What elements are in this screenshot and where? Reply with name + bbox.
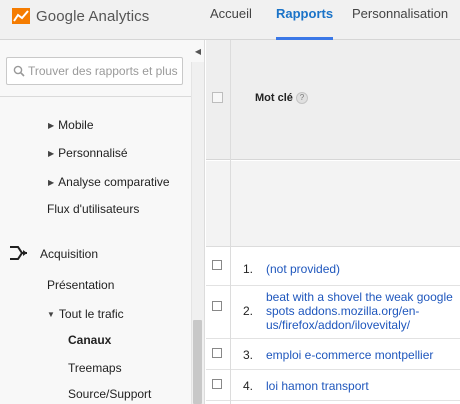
sidebar-collapse-button[interactable]: ◀ xyxy=(191,40,204,62)
sidebar-item-mobile[interactable]: ▶ Mobile xyxy=(48,118,94,132)
table-row: 2. beat with a shovel the weak google sp… xyxy=(206,287,460,339)
sidebar-item-flux-utilisateurs[interactable]: Flux d'utilisateurs xyxy=(47,202,139,216)
column-header-keyword[interactable]: Mot clé xyxy=(255,92,293,104)
row-number: 3. xyxy=(243,348,254,362)
sidebar-item-analyse-comparative[interactable]: ▶ Analyse comparative xyxy=(48,175,170,189)
acquisition-icon xyxy=(10,246,27,260)
report-search-box[interactable] xyxy=(6,57,183,85)
sidebar: ◀ ▶Mobile ▶Personnalisé ▶Analyse compara… xyxy=(0,40,205,404)
select-all-checkbox[interactable] xyxy=(212,92,223,103)
row-checkbox[interactable] xyxy=(212,348,222,358)
keyword-link[interactable]: (not provided) xyxy=(266,262,456,276)
caret-right-icon: ▶ xyxy=(48,178,55,187)
app-logo[interactable]: Google Analytics xyxy=(12,6,149,26)
search-icon xyxy=(13,65,25,77)
table-row: 3. emploi e-commerce montpellier xyxy=(206,340,460,370)
sidebar-item-presentation[interactable]: Présentation xyxy=(47,278,114,292)
row-number: 1. xyxy=(243,262,254,276)
sidebar-item-canaux[interactable]: Canaux xyxy=(68,333,111,347)
sidebar-divider xyxy=(0,96,191,97)
sidebar-item-treemaps[interactable]: Treemaps xyxy=(68,361,122,375)
chevron-left-icon: ◀ xyxy=(194,46,202,56)
sidebar-scrollbar-thumb[interactable] xyxy=(193,320,202,404)
report-table: Mot clé ? 1. (not provided) 2. beat with… xyxy=(206,40,460,404)
row-checkbox[interactable] xyxy=(212,260,222,270)
sidebar-item-personnalise[interactable]: ▶ Personnalisé xyxy=(48,146,128,160)
help-icon[interactable]: ? xyxy=(296,92,308,104)
analytics-logo-icon xyxy=(12,8,30,24)
keyword-link[interactable]: beat with a shovel the weak google spots… xyxy=(266,290,456,332)
row-checkbox[interactable] xyxy=(212,301,222,311)
tab-rapports[interactable]: Rapports xyxy=(276,6,334,40)
table-header-row: Mot clé ? xyxy=(206,40,460,160)
sidebar-item-source-support[interactable]: Source/Support xyxy=(68,387,151,401)
sidebar-item-acquisition[interactable]: Acquisition xyxy=(40,247,98,261)
caret-down-icon: ▼ xyxy=(47,310,55,319)
caret-right-icon: ▶ xyxy=(48,149,55,158)
keyword-link[interactable]: loi hamon transport xyxy=(266,379,456,393)
table-row: 1. (not provided) xyxy=(206,248,460,286)
table-summary-row xyxy=(206,161,460,247)
tab-personnalisation[interactable]: Personnalisation xyxy=(352,6,448,40)
column-divider xyxy=(230,40,231,404)
caret-right-icon: ▶ xyxy=(48,121,55,130)
tab-accueil[interactable]: Accueil xyxy=(210,6,252,40)
sidebar-item-tout-le-trafic[interactable]: ▼ Tout le trafic xyxy=(47,307,124,321)
table-row: 4. loi hamon transport xyxy=(206,371,460,401)
keyword-link[interactable]: emploi e-commerce montpellier xyxy=(266,348,456,362)
app-title: Google Analytics xyxy=(36,7,150,25)
row-checkbox[interactable] xyxy=(212,379,222,389)
top-bar: Google Analytics Accueil Rapports Person… xyxy=(0,0,460,40)
search-input[interactable] xyxy=(28,62,178,80)
row-number: 4. xyxy=(243,379,254,393)
row-number: 2. xyxy=(243,304,254,318)
